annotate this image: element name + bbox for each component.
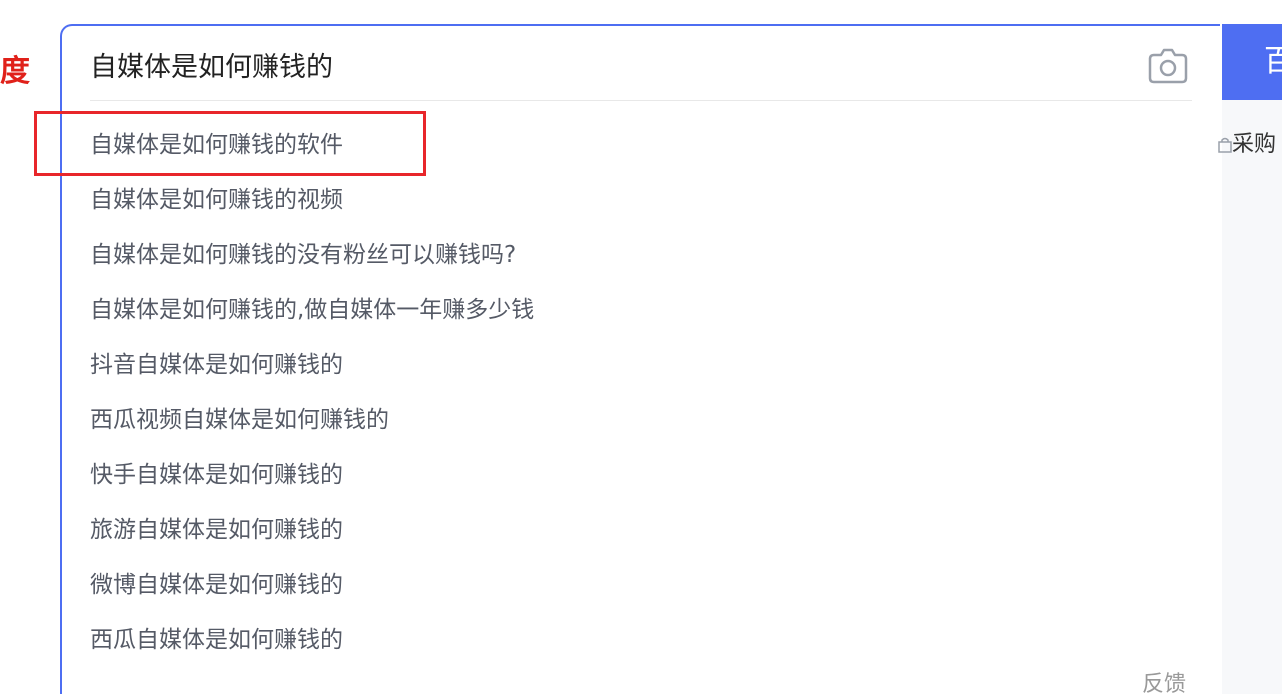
camera-search-button[interactable] [1146,44,1190,88]
feedback-link[interactable]: 反馈 [1142,670,1186,694]
baidu-logo-fragment[interactable]: 度 [0,52,30,92]
suggestion-item[interactable]: 快手自媒体是如何赚钱的 [90,448,1190,503]
search-input[interactable] [90,46,1130,90]
suggestion-item[interactable]: 西瓜自媒体是如何赚钱的 [90,613,1190,668]
input-divider [90,100,1192,101]
suggestion-item[interactable]: 抖音自媒体是如何赚钱的 [90,338,1190,393]
search-button[interactable]: 百 [1222,24,1282,100]
suggestion-item[interactable]: 旅游自媒体是如何赚钱的 [90,503,1190,558]
side-panel [1222,100,1282,694]
suggestion-item[interactable]: 微博自媒体是如何赚钱的 [90,558,1190,613]
suggestion-item[interactable]: 自媒体是如何赚钱的视频 [90,173,1190,228]
suggestion-item[interactable]: 自媒体是如何赚钱的没有粉丝可以赚钱吗? [90,228,1190,283]
suggestion-item[interactable]: 西瓜视频自媒体是如何赚钱的 [90,393,1190,448]
suggestion-item[interactable]: 自媒体是如何赚钱的软件 [90,118,1190,173]
shopping-bag-icon [1218,137,1232,153]
suggestion-item[interactable]: 自媒体是如何赚钱的,做自媒体一年赚多少钱 [90,283,1190,338]
side-link-label: 采购 [1232,132,1277,157]
side-link-procurement[interactable]: 采购 [1218,130,1276,160]
browser-viewport: 度 自媒体是如何赚钱的软件 自媒体是如何赚钱的视频 自媒体是如何赚钱的没有粉丝可… [0,0,1282,694]
camera-icon [1148,48,1188,84]
suggestion-list: 自媒体是如何赚钱的软件 自媒体是如何赚钱的视频 自媒体是如何赚钱的没有粉丝可以赚… [90,118,1190,668]
search-box: 自媒体是如何赚钱的软件 自媒体是如何赚钱的视频 自媒体是如何赚钱的没有粉丝可以赚… [60,24,1220,694]
